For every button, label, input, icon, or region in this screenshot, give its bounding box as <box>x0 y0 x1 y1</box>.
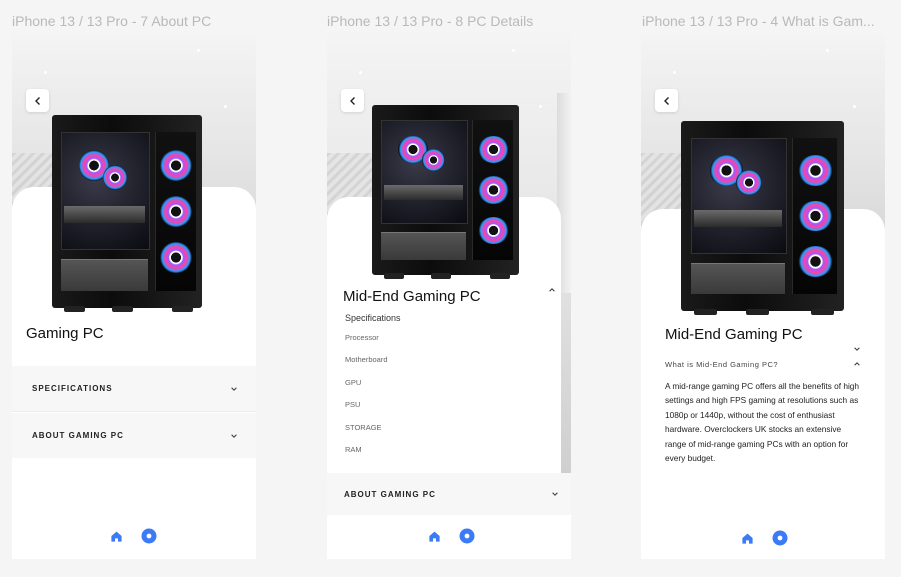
accordion-about-gaming-pc[interactable]: ABOUT GAMING PC <box>327 473 571 515</box>
chevron-up-icon[interactable] <box>853 360 861 368</box>
product-title: Mid-End Gaming PC <box>343 288 481 305</box>
accordion-specifications[interactable]: SPECIFICATIONS <box>12 366 256 411</box>
circle-icon[interactable] <box>459 528 475 544</box>
product-title: Mid-End Gaming PC <box>665 326 803 343</box>
chevron-up-icon[interactable] <box>548 286 556 294</box>
home-icon[interactable] <box>741 532 754 545</box>
frame-label-what-is-gaming: iPhone 13 / 13 Pro - 4 What is Gam... <box>642 13 875 29</box>
frame-label-pc-details: iPhone 13 / 13 Pro - 8 PC Details <box>327 13 534 29</box>
bottom-tab-bar <box>428 528 475 544</box>
back-button[interactable] <box>655 89 678 112</box>
circle-icon[interactable] <box>772 530 788 546</box>
spec-item[interactable]: RAM <box>345 445 362 454</box>
spec-item[interactable]: STORAGE <box>345 423 382 432</box>
phone-what-is-gaming-pc: Mid-End Gaming PC What is Mid-End Gaming… <box>641 33 885 559</box>
faq-answer: A mid-range gaming PC offers all the ben… <box>665 381 860 464</box>
spec-item[interactable]: GPU <box>345 378 361 387</box>
chevron-down-icon[interactable] <box>853 345 861 353</box>
gaming-pc-image <box>52 115 202 312</box>
faq-question[interactable]: What is Mid-End Gaming PC? <box>665 360 778 369</box>
chevron-down-icon <box>231 386 237 391</box>
accordion-label: SPECIFICATIONS <box>32 384 113 393</box>
home-icon[interactable] <box>110 530 123 543</box>
accordion-label: ABOUT GAMING PC <box>344 489 436 499</box>
product-title: Gaming PC <box>26 325 104 342</box>
back-button[interactable] <box>341 89 364 112</box>
spec-item[interactable]: PSU <box>345 400 360 409</box>
chevron-left-icon <box>349 96 355 105</box>
phone-about-pc: Gaming PC SPECIFICATIONS ABOUT GAMING PC <box>12 33 256 559</box>
chevron-down-icon <box>552 492 558 496</box>
phone-pc-details: Mid-End Gaming PC Specifications Process… <box>327 33 571 559</box>
bottom-tab-bar <box>110 528 157 544</box>
specifications-heading: Specifications <box>345 313 401 323</box>
chevron-down-icon <box>231 433 237 438</box>
circle-icon[interactable] <box>141 528 157 544</box>
bottom-tab-bar <box>741 530 788 546</box>
gaming-pc-image <box>372 105 519 279</box>
accordion-label: ABOUT GAMING PC <box>32 431 124 440</box>
spec-item[interactable]: Motherboard <box>345 355 388 364</box>
spec-item[interactable]: Processor <box>345 333 379 342</box>
frame-label-about-pc: iPhone 13 / 13 Pro - 7 About PC <box>12 13 212 29</box>
gaming-pc-image <box>681 121 844 315</box>
accordion-about-gaming-pc[interactable]: ABOUT GAMING PC <box>12 413 256 458</box>
chevron-left-icon <box>34 96 40 105</box>
back-button[interactable] <box>26 89 49 112</box>
chevron-left-icon <box>663 96 669 105</box>
home-icon[interactable] <box>428 530 441 543</box>
